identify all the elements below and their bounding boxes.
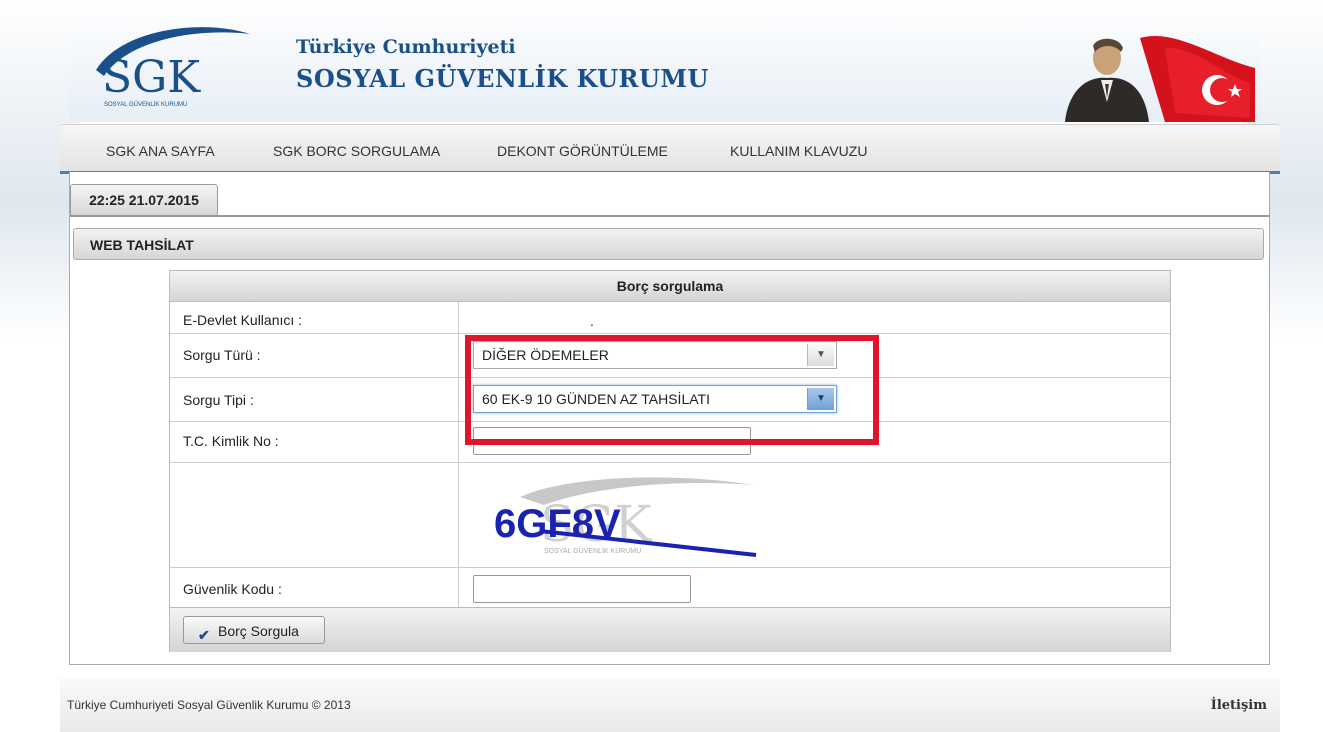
guvenlik-kodu-input[interactable] <box>473 575 691 603</box>
ataturk-flag-portrait <box>1065 35 1255 122</box>
borc-sorgula-button[interactable]: ✔ Borç Sorgula <box>183 616 325 644</box>
sorgu-tipi-label: Sorgu Tipi : <box>183 392 254 408</box>
divider <box>70 215 1269 217</box>
chevron-down-icon[interactable]: ▼ <box>807 344 834 366</box>
form-title: Borç sorgulama <box>170 271 1170 302</box>
row-divider <box>170 462 1170 463</box>
main-nav: SGK ANA SAYFA SGK BORC SORGULAMA DEKONT … <box>60 124 1280 174</box>
captcha-image: SGK SOSYAL GÜVENLİK KURUMU 6GF8V <box>494 477 757 557</box>
nav-item-sgk-ana-sayfa[interactable]: SGK ANA SAYFA <box>106 143 215 159</box>
edevlet-user-value: . <box>590 313 594 329</box>
edevlet-user-label: E-Devlet Kullanıcı : <box>183 312 303 328</box>
org-title-line1: Türkiye Cumhuriyeti <box>296 36 516 58</box>
logo-text: SGK <box>102 52 201 103</box>
footer-copyright: Türkiye Cumhuriyeti Sosyal Güvenlik Kuru… <box>67 698 351 712</box>
nav-item-kullanim-klavuzu[interactable]: KULLANIM KLAVUZU <box>730 143 867 159</box>
row-divider <box>170 377 1170 378</box>
content-area: 22:25 21.07.2015 WEB TAHSİLAT Borç sorgu… <box>69 172 1270 665</box>
sgk-logo: SGK SOSYAL GÜVENLİK KURUMU <box>96 27 250 108</box>
row-divider <box>170 421 1170 422</box>
tc-kimlik-input[interactable] <box>473 427 751 455</box>
nav-item-borc-sorgulama[interactable]: SGK BORC SORGULAMA <box>273 143 440 159</box>
sorgu-turu-label: Sorgu Türü : <box>183 347 261 363</box>
chevron-down-icon[interactable]: ▼ <box>807 388 834 410</box>
borc-sorgulama-form: Borç sorgulama E-Devlet Kullanıcı : . So… <box>169 270 1171 652</box>
form-actions: ✔ Borç Sorgula <box>170 607 1170 652</box>
guvenlik-kodu-label: Güvenlik Kodu : <box>183 581 282 597</box>
row-divider <box>170 333 1170 334</box>
borc-sorgula-label: Borç Sorgula <box>218 623 299 639</box>
sorgu-tipi-select[interactable]: 60 EK-9 10 GÜNDEN AZ TAHSİLATI ▼ <box>473 385 837 413</box>
page: SGK SOSYAL GÜVENLİK KURUMU Türkiye Cumhu… <box>60 0 1280 732</box>
row-divider <box>170 567 1170 568</box>
footer: Türkiye Cumhuriyeti Sosyal Güvenlik Kuru… <box>60 678 1280 732</box>
sorgu-turu-select[interactable]: DİĞER ÖDEMELER ▼ <box>473 341 837 369</box>
nav-item-dekont-goruntuleme[interactable]: DEKONT GÖRÜNTÜLEME <box>497 143 668 159</box>
logo-subtext: SOSYAL GÜVENLİK KURUMU <box>104 101 187 108</box>
check-icon: ✔ <box>198 627 210 643</box>
date-time-display: 22:25 21.07.2015 <box>70 184 218 216</box>
column-divider <box>458 302 459 607</box>
svg-text:SOSYAL GÜVENLİK KURUMU: SOSYAL GÜVENLİK KURUMU <box>544 546 641 555</box>
panel-title: WEB TAHSİLAT <box>73 228 1264 260</box>
header: SGK SOSYAL GÜVENLİK KURUMU Türkiye Cumhu… <box>70 0 1260 122</box>
sorgu-turu-selected: DİĞER ÖDEMELER <box>482 347 609 363</box>
org-title-line2: SOSYAL GÜVENLİK KURUMU <box>296 64 709 93</box>
sorgu-tipi-selected: 60 EK-9 10 GÜNDEN AZ TAHSİLATI <box>482 391 710 407</box>
tc-kimlik-label: T.C. Kimlik No : <box>183 433 279 449</box>
contact-link[interactable]: İletişim <box>1211 698 1267 713</box>
